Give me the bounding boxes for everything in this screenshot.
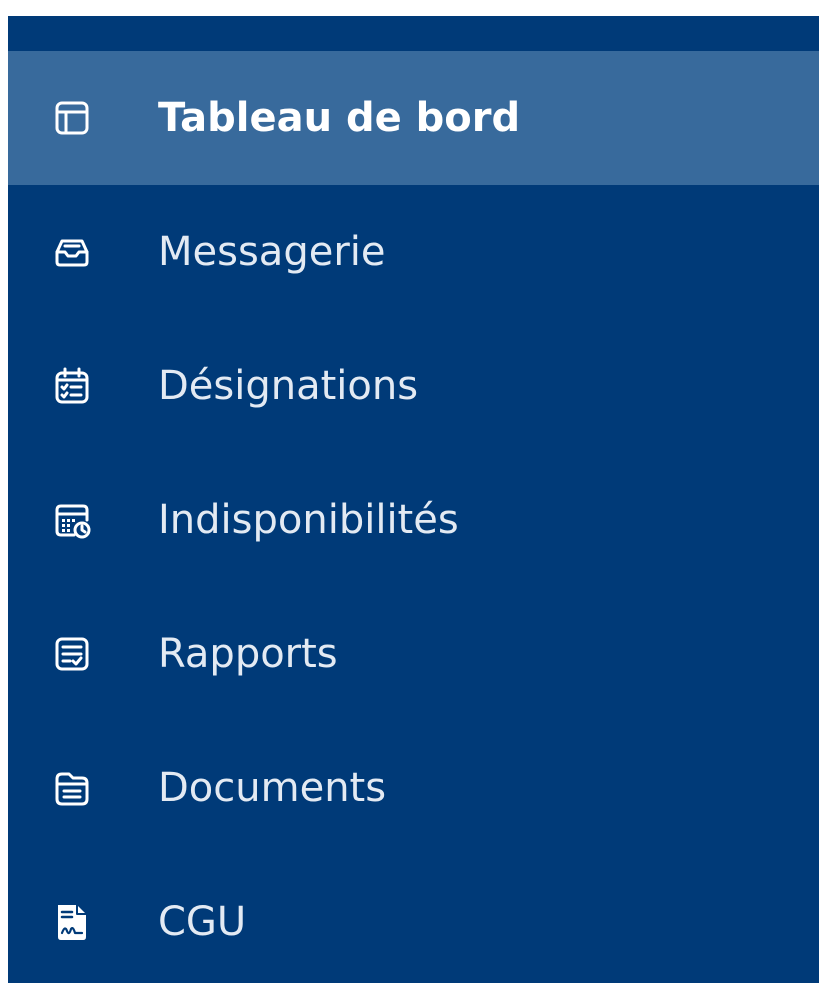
menu-item-designations[interactable]: Désignations [8, 319, 819, 453]
menu-item-tableau-de-bord[interactable]: Tableau de bord [8, 51, 819, 185]
calendar-clock-icon [52, 500, 92, 540]
menu-item-documents[interactable]: Documents [8, 721, 819, 855]
signed-document-icon [52, 902, 92, 942]
menu-item-rapports[interactable]: Rapports [8, 587, 819, 721]
menu-item-messagerie[interactable]: Messagerie [8, 185, 819, 319]
folder-document-icon [52, 768, 92, 808]
menu-item-label: Indisponibilités [158, 497, 459, 543]
inbox-icon [52, 232, 92, 272]
menu-item-label: CGU [158, 899, 247, 945]
report-icon [52, 634, 92, 674]
sidebar: Tableau de bord Messagerie Désignations … [8, 16, 819, 983]
menu-item-label: Documents [158, 765, 387, 811]
menu-item-indisponibilites[interactable]: Indisponibilités [8, 453, 819, 587]
menu-item-label: Messagerie [158, 229, 386, 275]
menu-item-label: Tableau de bord [158, 95, 521, 141]
calendar-checklist-icon [52, 366, 92, 406]
menu-item-cgu[interactable]: CGU [8, 855, 819, 989]
menu-item-label: Désignations [158, 363, 419, 409]
dashboard-icon [52, 98, 92, 138]
menu-item-label: Rapports [158, 631, 338, 677]
